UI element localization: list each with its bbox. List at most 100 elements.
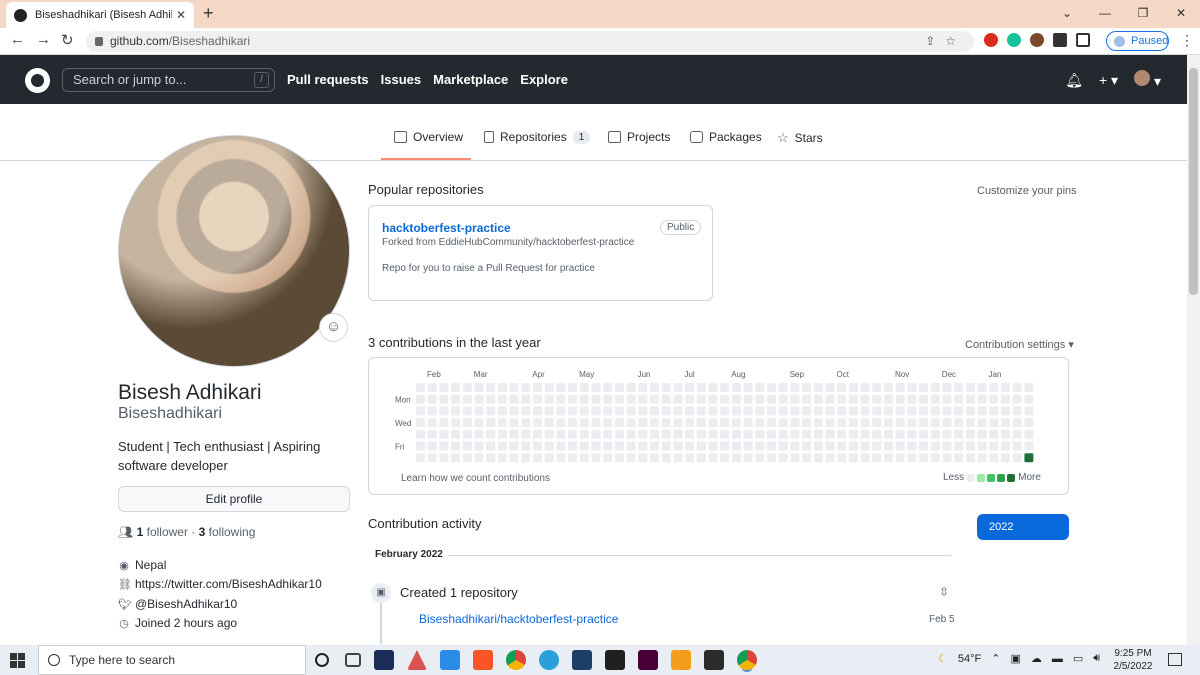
contribution-day-cell[interactable] <box>907 418 917 428</box>
contribution-day-cell[interactable] <box>720 441 730 451</box>
contribution-day-cell[interactable] <box>614 383 624 392</box>
contribution-day-cell[interactable] <box>1012 429 1022 439</box>
contribution-day-cell[interactable] <box>837 394 847 404</box>
contribution-day-cell[interactable] <box>731 453 741 463</box>
contribution-day-cell[interactable] <box>825 418 835 428</box>
contribution-day-cell[interactable] <box>708 383 718 392</box>
contribution-day-cell[interactable] <box>427 406 437 416</box>
contribution-day-cell[interactable] <box>720 429 730 439</box>
contribution-day-cell[interactable] <box>825 406 835 416</box>
contribution-day-cell[interactable] <box>474 406 484 416</box>
contribution-day-cell[interactable] <box>977 453 987 463</box>
contribution-day-cell[interactable] <box>872 383 882 392</box>
cortana-icon[interactable] <box>315 653 329 667</box>
contribution-day-cell[interactable] <box>673 418 683 428</box>
contribution-day-cell[interactable] <box>930 406 940 416</box>
contribution-day-cell[interactable] <box>860 453 870 463</box>
contribution-day-cell[interactable] <box>895 394 905 404</box>
contribution-day-cell[interactable] <box>1001 453 1010 463</box>
year-2022-button[interactable]: 2022 <box>977 514 1069 540</box>
contribution-day-cell[interactable] <box>603 394 613 404</box>
contribution-day-cell[interactable] <box>790 406 800 416</box>
contribution-day-cell[interactable] <box>650 453 659 463</box>
contribution-day-cell[interactable] <box>837 406 847 416</box>
vscode-app-icon[interactable] <box>440 650 460 670</box>
following-link[interactable]: 3 following <box>199 525 256 539</box>
contribution-day-cell[interactable] <box>486 429 496 439</box>
contribution-day-cell[interactable] <box>872 394 882 404</box>
contribution-day-cell[interactable] <box>439 441 449 451</box>
contribution-day-cell[interactable] <box>603 453 613 463</box>
contribution-day-cell[interactable] <box>778 406 788 416</box>
contribution-day-cell[interactable] <box>626 418 636 428</box>
contribution-day-cell[interactable] <box>930 394 940 404</box>
contribution-day-cell[interactable] <box>685 429 695 439</box>
contribution-day-cell[interactable] <box>673 429 683 439</box>
contribution-day-cell[interactable] <box>989 394 999 404</box>
minimize-button[interactable]: — <box>1086 0 1124 28</box>
contribution-day-cell[interactable] <box>556 441 566 451</box>
contribution-day-cell[interactable] <box>462 453 472 463</box>
reload-icon[interactable]: ↻ <box>61 31 74 49</box>
contribution-day-cell[interactable] <box>556 394 566 404</box>
contribution-day-cell[interactable] <box>708 394 718 404</box>
contribution-day-cell[interactable] <box>427 394 437 404</box>
contribution-day-cell[interactable] <box>884 429 893 439</box>
contribution-day-cell[interactable] <box>989 406 999 416</box>
chrome-active-app-icon[interactable] <box>737 650 757 670</box>
contribution-day-cell[interactable] <box>731 441 741 451</box>
contribution-day-cell[interactable] <box>603 383 613 392</box>
contribution-day-cell[interactable] <box>755 394 765 404</box>
contribution-day-cell[interactable] <box>884 383 893 392</box>
pycharm-app-icon[interactable] <box>605 650 625 670</box>
contribution-day-cell[interactable] <box>895 429 905 439</box>
contribution-day-cell[interactable] <box>989 418 999 428</box>
address-bar[interactable]: github.com/Biseshadhikari ⇪☆ <box>86 31 974 52</box>
contribution-day-cell[interactable] <box>1024 394 1034 404</box>
contribution-day-cell[interactable] <box>614 406 624 416</box>
contribution-day-cell[interactable] <box>638 429 648 439</box>
contribution-day-cell[interactable] <box>884 441 893 451</box>
contribution-day-cell[interactable] <box>872 441 882 451</box>
contribution-day-cell[interactable] <box>533 406 542 416</box>
contribution-day-cell[interactable] <box>568 394 578 404</box>
contribution-day-cell[interactable] <box>989 383 999 392</box>
contribution-day-cell[interactable] <box>591 406 601 416</box>
contribution-day-cell[interactable] <box>521 394 531 404</box>
contribution-day-cell[interactable] <box>1012 453 1022 463</box>
contribution-day-cell[interactable] <box>813 453 823 463</box>
contribution-day-cell[interactable] <box>416 418 425 428</box>
contribution-day-cell[interactable] <box>989 453 999 463</box>
adobe-xd-app-icon[interactable] <box>638 650 658 670</box>
contribution-day-cell[interactable] <box>708 441 718 451</box>
contribution-day-cell[interactable] <box>650 441 659 451</box>
contribution-day-cell[interactable] <box>708 453 718 463</box>
contribution-day-cell[interactable] <box>895 418 905 428</box>
contribution-day-cell[interactable] <box>533 453 542 463</box>
contribution-day-cell[interactable] <box>521 383 531 392</box>
contribution-day-cell[interactable] <box>907 383 917 392</box>
contribution-day-cell[interactable] <box>579 406 589 416</box>
contribution-day-cell[interactable] <box>486 453 496 463</box>
contribution-day-cell[interactable] <box>427 383 437 392</box>
contribution-day-cell[interactable] <box>708 418 718 428</box>
contribution-day-cell[interactable] <box>1024 383 1034 392</box>
contribution-day-cell[interactable] <box>907 406 917 416</box>
contribution-day-cell[interactable] <box>474 383 484 392</box>
contribution-day-cell[interactable] <box>614 418 624 428</box>
contribution-day-cell[interactable] <box>965 383 975 392</box>
contribution-day-cell[interactable] <box>497 406 507 416</box>
contribution-day-cell[interactable] <box>895 383 905 392</box>
contribution-day-cell[interactable] <box>462 383 472 392</box>
contribution-day-cell[interactable] <box>614 441 624 451</box>
contribution-day-cell[interactable] <box>486 441 496 451</box>
contribution-day-cell[interactable] <box>1024 406 1034 416</box>
contribution-day-cell[interactable] <box>954 406 964 416</box>
contribution-day-cell[interactable] <box>802 406 812 416</box>
contribution-day-cell[interactable] <box>497 394 507 404</box>
contribution-day-cell[interactable] <box>650 406 659 416</box>
tray-overflow-chevron-icon[interactable]: ⌃ <box>991 652 1000 665</box>
contribution-day-cell[interactable] <box>767 418 776 428</box>
contribution-day-cell[interactable] <box>1012 394 1022 404</box>
learn-contributions-link[interactable]: Learn how we count contributions <box>401 473 550 484</box>
